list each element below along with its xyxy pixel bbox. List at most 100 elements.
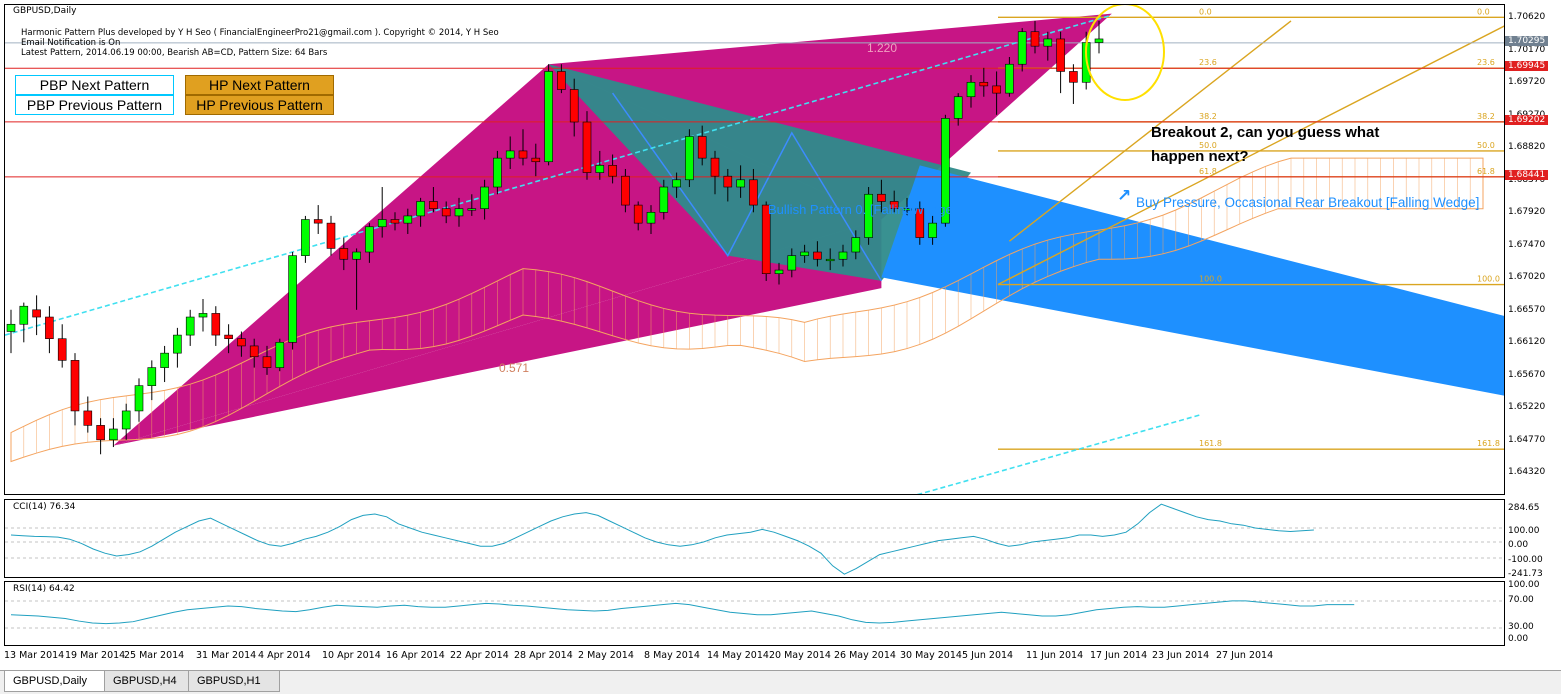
cci-canvas xyxy=(5,503,1504,575)
price-tick-label: 1.64770 xyxy=(1508,434,1546,445)
hp-previous-pattern-button[interactable]: HP Previous Pattern xyxy=(185,95,334,115)
bull-candle xyxy=(685,136,694,181)
cci-tick-label: 100.00 xyxy=(1508,526,1540,536)
price-highlight-label: 1.69202 xyxy=(1505,114,1549,125)
breakout-note-line2: happen next? xyxy=(1151,148,1249,165)
bear-candle xyxy=(211,313,221,336)
bull-candle xyxy=(454,208,464,217)
price-tick-label: 1.67020 xyxy=(1508,272,1546,283)
tab-gbpusd-h4[interactable]: GBPUSD,H4 xyxy=(104,671,196,692)
bull-candle xyxy=(198,313,208,318)
bear-candle xyxy=(621,175,630,206)
bull-candle xyxy=(646,212,656,224)
date-tick-label: 2 May 2014 xyxy=(578,650,634,661)
trendline-lower xyxy=(916,413,1202,494)
rsi-indicator-panel[interactable]: RSI(14) 64.42 xyxy=(4,581,1505,646)
fib-level-label-mid: 100.0 xyxy=(1199,275,1222,284)
date-tick-label: 8 May 2014 xyxy=(644,650,700,661)
bear-candle xyxy=(262,356,272,368)
rsi-canvas xyxy=(5,600,1504,629)
date-tick-label: 30 May 2014 xyxy=(900,650,962,661)
symbol-title: GBPUSD,Daily xyxy=(13,6,77,16)
bear-candle xyxy=(441,208,451,217)
bear-candle xyxy=(224,334,233,340)
cci-title: CCI(14) 76.34 xyxy=(13,502,76,512)
bear-candle xyxy=(710,157,720,177)
bull-candle xyxy=(736,179,745,188)
bear-candle xyxy=(569,89,579,123)
email-notification-line: Email Notification is On xyxy=(21,38,121,48)
price-tick-label: 1.64320 xyxy=(1508,467,1546,478)
bear-candle xyxy=(557,71,566,90)
bull-candle xyxy=(185,316,195,336)
price-axis: 1.706201.701701.697201.692701.688201.683… xyxy=(1504,4,1561,495)
bull-candle xyxy=(966,81,976,98)
cci-tick-label: -241.73 xyxy=(1508,569,1543,579)
bull-candle xyxy=(953,96,963,119)
fib-level-label-mid: 161.8 xyxy=(1199,439,1222,448)
date-tick-label: 23 Jun 2014 xyxy=(1152,650,1210,661)
rsi-tick-label: 100.00 xyxy=(1508,580,1540,590)
date-tick-label: 26 May 2014 xyxy=(834,650,896,661)
ratio-label-top: 1.220 xyxy=(867,41,898,55)
bear-candle xyxy=(992,85,1001,94)
date-tick-label: 10 Apr 2014 xyxy=(322,650,381,661)
bull-candle xyxy=(595,165,605,173)
bull-candle xyxy=(6,323,16,332)
bear-candle xyxy=(313,219,323,224)
fib-level-label-right: 61.8 xyxy=(1477,167,1495,176)
bear-candle xyxy=(633,204,643,224)
bullish-pattern-label: Bullish Pattern 0. [FallingWedge] xyxy=(768,202,957,217)
bear-candle xyxy=(518,150,528,159)
bear-candle xyxy=(723,175,733,188)
rsi-axis: 100.00 70.00 30.00 0.00 xyxy=(1504,580,1561,646)
tab-gbpusd-h1[interactable]: GBPUSD,H1 xyxy=(188,671,280,692)
bull-candle xyxy=(1017,31,1027,65)
bear-candle xyxy=(32,309,41,318)
date-tick-label: 11 Jun 2014 xyxy=(1026,650,1084,661)
bull-candle xyxy=(275,342,285,368)
price-tick-label: 1.68820 xyxy=(1508,142,1546,153)
pbp-next-pattern-button[interactable]: PBP Next Pattern xyxy=(15,75,174,95)
rsi-tick-label: 0.00 xyxy=(1508,634,1529,644)
fib-level-label-right: 23.6 xyxy=(1477,58,1495,67)
buy-pressure-label: Buy Pressure, Occasional Rear Breakout [… xyxy=(1136,195,1480,210)
bear-candle xyxy=(697,136,707,159)
date-tick-label: 14 May 2014 xyxy=(707,650,769,661)
hp-next-pattern-button[interactable]: HP Next Pattern xyxy=(185,75,334,95)
price-tick-label: 1.66120 xyxy=(1508,337,1546,348)
buy-pressure-arrow-icon: ↗ xyxy=(1117,186,1132,206)
bear-candle xyxy=(326,222,336,249)
indicator-info-line: Harmonic Pattern Plus developed by Y H S… xyxy=(21,28,499,38)
bear-candle xyxy=(531,157,541,163)
bull-candle xyxy=(1005,63,1014,94)
bull-candle xyxy=(121,410,131,430)
fib-level-label-mid: 23.6 xyxy=(1199,58,1217,67)
cci-axis: 284.65 100.00 0.00 -100.00 -241.73 xyxy=(1504,499,1561,579)
bear-candle xyxy=(70,360,80,412)
price-tick-label: 1.70620 xyxy=(1508,12,1546,23)
cci-indicator-panel[interactable]: CCI(14) 76.34 xyxy=(4,499,1505,578)
date-tick-label: 27 Jun 2014 xyxy=(1216,650,1274,661)
bear-candle xyxy=(877,193,886,202)
price-tick-label: 1.65220 xyxy=(1508,402,1546,413)
bull-candle xyxy=(825,258,835,262)
date-tick-label: 13 Mar 2014 xyxy=(4,650,65,661)
bull-candle xyxy=(467,208,477,211)
fib-level-label-right: 0.0 xyxy=(1477,7,1490,16)
date-tick-label: 31 Mar 2014 xyxy=(196,650,257,661)
bull-candle xyxy=(659,186,669,213)
bull-candle xyxy=(134,385,144,412)
tab-gbpusd-daily[interactable]: GBPUSD,Daily xyxy=(4,671,106,692)
price-tick-label: 1.66570 xyxy=(1508,304,1546,315)
bull-candle xyxy=(928,222,937,238)
pbp-previous-pattern-button[interactable]: PBP Previous Pattern xyxy=(15,95,174,115)
bear-candle xyxy=(1030,31,1040,47)
bull-candle xyxy=(301,219,310,256)
bear-candle xyxy=(608,165,617,177)
bear-candle xyxy=(429,201,438,209)
bear-candle xyxy=(749,179,758,206)
bull-candle xyxy=(160,352,169,368)
price-highlight-label: 1.68441 xyxy=(1505,169,1549,180)
price-chart-panel[interactable]: 0.0 0.0 23.6 23.6 38.2 38.2 50.0 50.0 61.8 61.8 10… xyxy=(4,4,1505,495)
